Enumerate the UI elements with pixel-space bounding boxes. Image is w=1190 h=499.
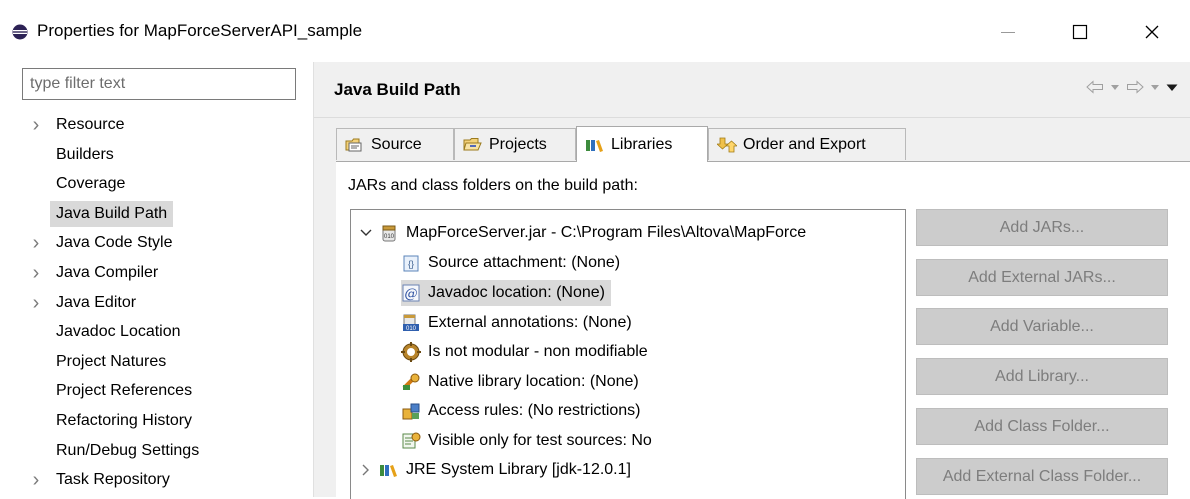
nav-item[interactable]: Task Repository <box>50 467 176 493</box>
svg-text:@: @ <box>405 287 418 302</box>
tab-projects[interactable]: Projects <box>454 128 576 160</box>
libraries-icon <box>586 139 603 152</box>
tab-order-and-export-label: Order and Export <box>743 135 866 153</box>
nav-item[interactable]: Run/Debug Settings <box>50 438 205 464</box>
minimize-button[interactable] <box>984 12 1032 52</box>
native-library-icon <box>401 372 421 392</box>
tree-row-label: JRE System Library [jdk-12.0.1] <box>406 461 631 478</box>
build-path-list-label: JARs and class folders on the build path… <box>348 177 638 194</box>
jar-icon: 010 <box>379 223 399 243</box>
annotations-icon: 010 <box>401 313 421 333</box>
nav-item[interactable]: Coverage <box>50 171 131 197</box>
nav-item[interactable]: Java Compiler <box>50 260 164 286</box>
page-title: Java Build Path <box>334 80 461 99</box>
tab-source-label: Source <box>371 135 422 153</box>
page-header: Java Build Path <box>314 62 1190 118</box>
tree-row-label: Visible only for test sources: No <box>428 432 652 449</box>
tree-row-label: Javadoc location: (None) <box>428 284 605 301</box>
eclipse-icon <box>12 24 28 40</box>
nav-item[interactable]: Project References <box>50 378 198 404</box>
nav-item[interactable]: Java Build Path <box>50 201 174 227</box>
filter-input[interactable] <box>23 69 295 99</box>
tab-projects-label: Projects <box>489 135 547 153</box>
order-export-icon <box>717 137 737 152</box>
expand-chevron-icon[interactable]: › <box>30 260 42 286</box>
javadoc-icon: @ <box>401 283 421 303</box>
tree-row[interactable]: 010 MapForceServer.jar - C:\Program Files… <box>379 220 806 246</box>
tree-row[interactable]: Native library location: (None) <box>401 369 639 395</box>
nav-item[interactable]: Project Natures <box>50 349 172 375</box>
svg-text:010: 010 <box>384 234 395 240</box>
expand-chevron-icon[interactable] <box>359 457 373 483</box>
svg-text:{}: {} <box>408 259 414 269</box>
projects-folder-icon <box>463 137 482 150</box>
add-library-button[interactable]: Add Library... <box>916 358 1168 395</box>
tree-row-label: Source attachment: (None) <box>428 254 621 271</box>
collapse-chevron-icon[interactable] <box>359 220 373 246</box>
tab-libraries-label: Libraries <box>611 135 673 153</box>
add-variable-button[interactable]: Add Variable... <box>916 308 1168 345</box>
forward-arrow-icon[interactable] <box>1126 80 1144 94</box>
add-external-class-folder-button[interactable]: Add External Class Folder... <box>916 458 1168 495</box>
expand-chevron-icon[interactable]: › <box>30 112 42 138</box>
tree-row-label: Native library location: (None) <box>428 373 639 390</box>
tree-row[interactable]: @ Javadoc location: (None) <box>401 280 611 306</box>
source-folder-icon <box>345 138 362 151</box>
tree-row[interactable]: Access rules: (No restrictions) <box>401 398 641 424</box>
back-arrow-icon[interactable] <box>1086 80 1104 94</box>
access-rules-icon <box>401 401 421 421</box>
expand-chevron-icon[interactable]: › <box>30 467 42 493</box>
maximize-button[interactable] <box>1056 12 1104 52</box>
tab-source[interactable]: Source <box>336 128 454 160</box>
jre-library-icon <box>379 460 399 480</box>
test-sources-icon <box>401 431 421 451</box>
libraries-tab-content: JARs and class folders on the build path… <box>336 161 1190 499</box>
view-menu-icon[interactable] <box>1166 83 1178 92</box>
title-bar: Properties for MapForceServerAPI_sample <box>0 0 1190 62</box>
add-class-folder-button[interactable]: Add Class Folder... <box>916 408 1168 445</box>
add-jars-button[interactable]: Add JARs... <box>916 209 1168 246</box>
nav-item[interactable]: Java Editor <box>50 290 142 316</box>
module-icon <box>401 342 421 362</box>
expand-chevron-icon[interactable]: › <box>30 230 42 256</box>
history-nav <box>1086 80 1178 94</box>
tree-row[interactable]: Visible only for test sources: No <box>401 428 652 454</box>
tab-order-and-export[interactable]: Order and Export <box>708 128 906 160</box>
tree-row-label: MapForceServer.jar - C:\Program Files\Al… <box>406 224 807 241</box>
tree-row-label: Access rules: (No restrictions) <box>428 402 641 419</box>
nav-item[interactable]: Refactoring History <box>50 408 198 434</box>
nav-item[interactable]: Javadoc Location <box>50 319 187 345</box>
properties-nav-panel: › Resource Builders Coverage Java Build Path… <box>0 62 313 497</box>
add-external-jars-button[interactable]: Add External JARs... <box>916 259 1168 296</box>
window-title: Properties for MapForceServerAPI_sample <box>37 21 363 40</box>
nav-item[interactable]: Java Code Style <box>50 230 179 256</box>
tree-row-label: Is not modular - non modifiable <box>428 343 648 360</box>
tab-libraries[interactable]: Libraries <box>576 126 708 162</box>
tree-row-label: External annotations: (None) <box>428 314 632 331</box>
forward-menu-chevron-icon[interactable] <box>1150 83 1160 91</box>
close-button[interactable] <box>1128 12 1176 52</box>
tree-row[interactable]: JRE System Library [jdk-12.0.1] <box>379 457 631 483</box>
page-panel: Java Build Path Source Projects Librarie… <box>314 62 1190 499</box>
tree-row[interactable]: Is not modular - non modifiable <box>401 339 648 365</box>
back-menu-chevron-icon[interactable] <box>1110 83 1120 91</box>
expand-chevron-icon[interactable]: › <box>30 290 42 316</box>
tree-row[interactable]: 010 External annotations: (None) <box>401 310 632 336</box>
nav-item[interactable]: Builders <box>50 142 120 168</box>
maximize-icon <box>1072 24 1088 40</box>
minimize-icon <box>1001 32 1015 33</box>
nav-item[interactable]: Resource <box>50 112 130 138</box>
svg-text:010: 010 <box>406 326 417 332</box>
close-icon <box>1145 25 1159 39</box>
filter-field[interactable] <box>22 68 296 100</box>
source-attachment-icon: {} <box>401 253 421 273</box>
tree-row[interactable]: {} Source attachment: (None) <box>401 250 620 276</box>
build-path-tree[interactable]: 010 MapForceServer.jar - C:\Program Files… <box>350 209 906 499</box>
